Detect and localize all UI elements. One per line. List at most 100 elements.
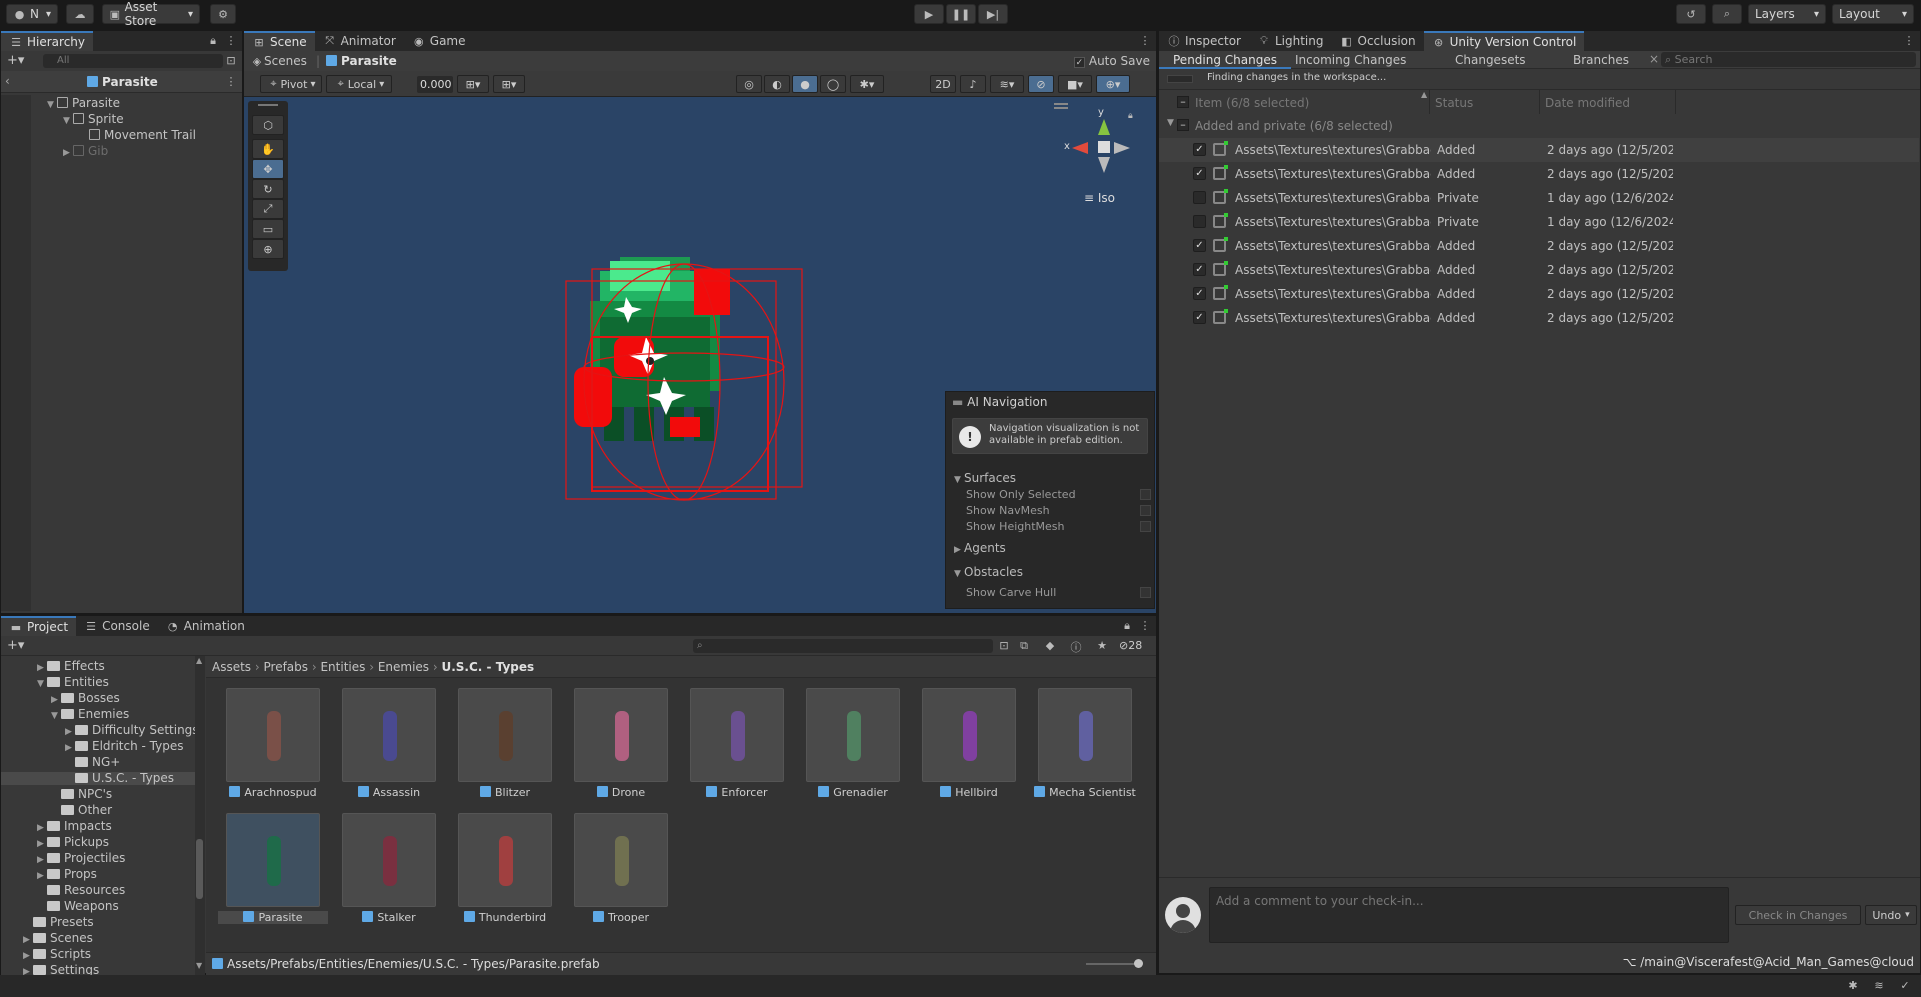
asset-label[interactable]: Trooper xyxy=(566,911,676,924)
drag-handle[interactable] xyxy=(258,104,278,106)
folder-tree-item[interactable]: ▼ Entities xyxy=(1,676,195,690)
search-type-icon[interactable]: ⊡ xyxy=(997,639,1011,652)
folder-tree-item[interactable]: NPC's xyxy=(1,788,195,801)
history-button[interactable]: ↺ xyxy=(1676,4,1706,24)
asset-label[interactable]: Stalker xyxy=(334,911,444,924)
layout-dropdown[interactable]: Layout xyxy=(1832,4,1914,24)
asset-thumbnail[interactable] xyxy=(342,688,436,782)
scene-kebab-icon[interactable]: ⋮ xyxy=(1138,34,1152,47)
asset-label[interactable]: Mecha Scientist xyxy=(1030,786,1140,799)
parasite-sprite[interactable] xyxy=(534,217,834,517)
view-tool[interactable]: ⬡ xyxy=(252,115,284,135)
asset-label[interactable]: Drone xyxy=(566,786,676,799)
folder-tree-item[interactable]: ▼ Enemies xyxy=(1,708,195,722)
tab-lighting[interactable]: 💡︎ Lighting xyxy=(1249,31,1332,51)
snap-grid-button[interactable]: ⊞▾ xyxy=(457,75,489,93)
subtab-incoming[interactable]: Incoming Changes xyxy=(1295,53,1406,67)
tab-game[interactable]: ◉ Game xyxy=(404,31,474,51)
undo-button[interactable]: Undo ▾ xyxy=(1865,905,1917,925)
check-in-button[interactable]: Check in Changes xyxy=(1735,905,1861,925)
agents-foldout[interactable]: ▶ Agents xyxy=(954,542,1006,556)
kebab-icon[interactable]: ⋮ xyxy=(224,34,238,47)
gizmo-neg-y-arrow[interactable] xyxy=(1098,157,1110,173)
hidden-count[interactable]: ⊘28 xyxy=(1119,639,1142,652)
asset-label[interactable]: Parasite xyxy=(218,911,328,924)
search-button[interactable]: ⌕ xyxy=(1712,4,1742,24)
row-checkbox[interactable]: ✓ xyxy=(1193,311,1206,324)
asset-thumbnail[interactable] xyxy=(574,688,668,782)
asset-label[interactable]: Assassin xyxy=(334,786,444,799)
account-dropdown[interactable]: ● N xyxy=(6,4,58,24)
row-checkbox[interactable]: ✓ xyxy=(1193,167,1206,180)
folder-tree-item[interactable]: NG+ xyxy=(1,756,195,769)
vc-row[interactable]: ✓ Assets\Textures\textures\Grabbag Added 2 … xyxy=(1159,234,1919,258)
asset-thumbnail[interactable] xyxy=(458,688,552,782)
tab-animation[interactable]: ◔ Animation xyxy=(158,616,253,636)
gizmos-button[interactable]: ⊕▾ xyxy=(1096,75,1130,93)
grid-button[interactable]: ⊞▾ xyxy=(493,75,525,93)
asset-thumbnail[interactable] xyxy=(574,813,668,907)
breadcrumb-item[interactable]: U.S.C. - Types xyxy=(441,660,534,674)
gizmo-center[interactable] xyxy=(1098,141,1110,153)
pause-button[interactable]: ❚❚ xyxy=(946,4,976,24)
camera-button[interactable]: ■▾ xyxy=(1058,75,1092,93)
tab-occlusion[interactable]: ◧ Occlusion xyxy=(1332,31,1424,51)
local-dropdown[interactable]: ⌖ Local xyxy=(326,75,392,93)
select-all-checkbox[interactable]: – xyxy=(1177,96,1189,108)
vc-row[interactable]: ✓ Assets\Textures\textures\Grabbag Added 2 … xyxy=(1159,282,1919,306)
move-tool[interactable]: ✥ xyxy=(252,159,284,179)
tab-inspector[interactable]: ⓘ Inspector xyxy=(1159,31,1249,51)
scale-tool[interactable]: ⤢ xyxy=(252,199,284,219)
folder-tree-item[interactable]: ▶ Props xyxy=(1,868,195,882)
audio-button[interactable]: ♪ xyxy=(960,75,986,93)
shading-shaded-wire-button[interactable]: ◐ xyxy=(764,75,790,93)
obstacles-foldout[interactable]: ▼ Obstacles xyxy=(954,566,1023,580)
hand-tool[interactable]: ✋ xyxy=(252,139,284,159)
shading-unlit-button[interactable]: ◯ xyxy=(820,75,846,93)
asset-label[interactable]: Hellbird xyxy=(914,786,1024,799)
folder-tree-item[interactable]: ▶ Settings xyxy=(1,964,195,975)
orientation-gizmo[interactable]: y x 🔒︎ xyxy=(1064,107,1144,187)
subtab-pending[interactable]: Pending Changes xyxy=(1159,51,1291,69)
asset-store-dropdown[interactable]: ▣ Asset Store xyxy=(102,0,200,28)
play-button[interactable]: ▶ xyxy=(914,4,944,24)
cache-icon[interactable]: ≋ xyxy=(1872,979,1886,992)
scene-viewport[interactable]: ⬡ ✋ ✥ ↻ ⤢ ▭ ⊕ y x 🔒︎ ≡ Iso ▬ AI Navigati… xyxy=(244,97,1156,613)
surfaces-foldout[interactable]: ▼ Surfaces xyxy=(954,472,1016,486)
folder-tree-item[interactable]: ▶ Eldritch - Types xyxy=(1,740,195,754)
vc-row[interactable]: ✓ Assets\Textures\textures\Grabbag Added 2 … xyxy=(1159,138,1919,162)
breadcrumb-item[interactable]: Enemies xyxy=(378,660,429,674)
asset-thumbnail[interactable] xyxy=(806,688,900,782)
col-item[interactable]: Item (6/8 selected) xyxy=(1195,96,1309,110)
settings-button[interactable]: ⚙ xyxy=(210,4,236,24)
scene-filter-icon[interactable]: ⊡ xyxy=(224,54,238,67)
shading-shaded-button[interactable]: ● xyxy=(792,75,818,93)
show-only-selected-checkbox[interactable] xyxy=(1140,489,1151,500)
visibility-button[interactable]: ⊘ xyxy=(1028,75,1054,93)
folder-tree-item[interactable]: ▶ Impacts xyxy=(1,820,195,834)
tab-console[interactable]: ☰ Console xyxy=(76,616,158,636)
row-checkbox[interactable]: ✓ xyxy=(1193,239,1206,252)
close-search-icon[interactable]: × xyxy=(1649,52,1659,66)
breadcrumb-prefab[interactable]: Parasite xyxy=(326,54,397,68)
tab-version-control[interactable]: ⊛ Unity Version Control xyxy=(1423,31,1585,51)
asset-label[interactable]: Blitzer xyxy=(450,786,560,799)
asset-thumbnail[interactable] xyxy=(922,688,1016,782)
folder-tree-item[interactable]: Other xyxy=(1,804,195,817)
transform-tool[interactable]: ⊕ xyxy=(252,239,284,259)
subtab-branches[interactable]: Branches xyxy=(1573,53,1629,67)
breadcrumb-item[interactable]: Assets xyxy=(212,660,251,674)
mode-2d-button[interactable]: 2D xyxy=(930,75,956,93)
asset-label[interactable]: Enforcer xyxy=(682,786,792,799)
debug-icon[interactable]: ✱ xyxy=(1846,979,1860,992)
check-circle-icon[interactable]: ✓ xyxy=(1898,979,1912,992)
overlay-menu-icon[interactable] xyxy=(1054,103,1068,105)
tab-scene[interactable]: ⊞ Scene xyxy=(244,31,315,51)
asset-thumbnail[interactable] xyxy=(226,813,320,907)
vc-row[interactable]: ✓ Assets\Textures\textures\Grabbag Added 2 … xyxy=(1159,162,1919,186)
vc-row[interactable]: Assets\Textures\textures\Grabbag Private 1… xyxy=(1159,186,1919,210)
vc-row[interactable]: ✓ Assets\Textures\textures\Grabbag Added 2 … xyxy=(1159,306,1919,330)
step-button[interactable]: ▶| xyxy=(978,4,1008,24)
vc-group-row[interactable]: ▼ – Added and private (6/8 selected) xyxy=(1159,114,1920,138)
hierarchy-item-sprite[interactable]: ▼ Sprite xyxy=(63,113,124,127)
